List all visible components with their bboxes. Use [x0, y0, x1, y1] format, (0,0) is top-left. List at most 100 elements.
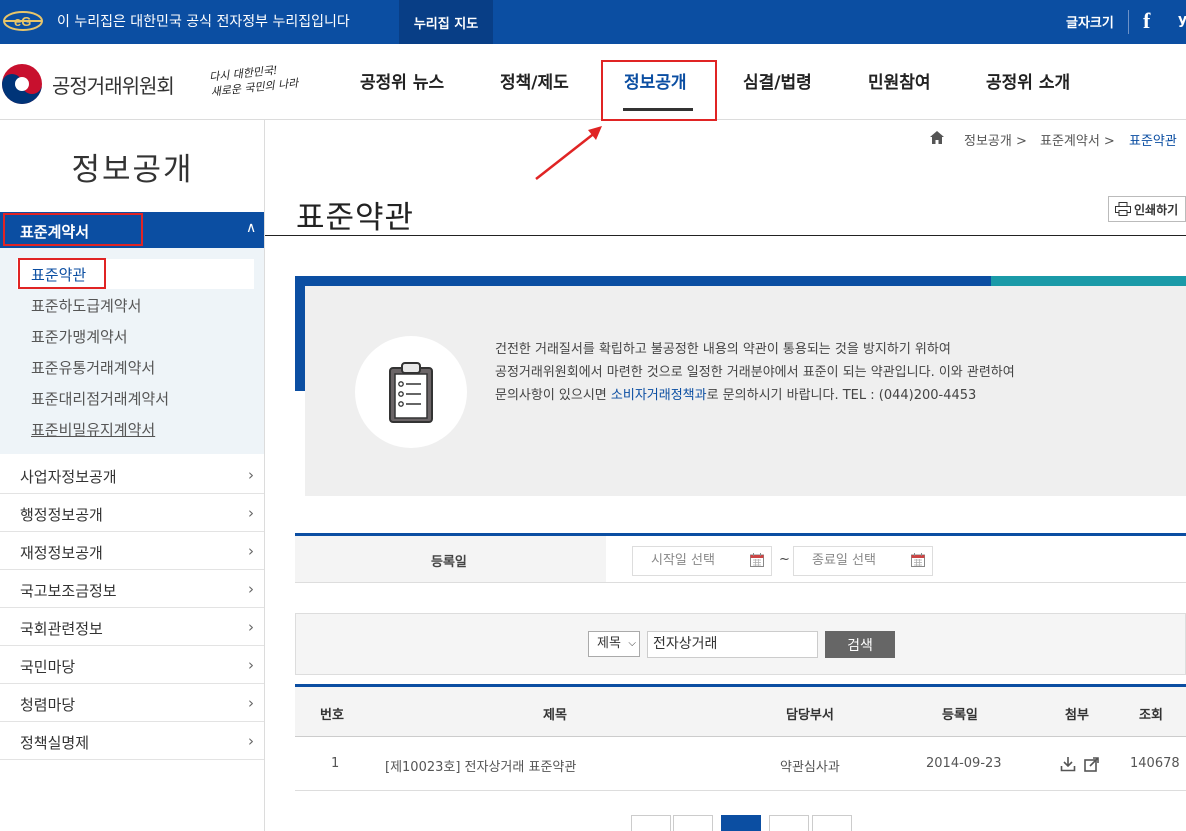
- gov-banner: eG 이 누리집은 대한민국 공식 전자정부 누리집입니다 누리집 지도 글자크…: [0, 0, 1186, 44]
- filter-label-cell: 등록일: [295, 536, 606, 582]
- column-header: 조회: [1139, 708, 1163, 723]
- info-icon-circle: [355, 336, 467, 448]
- sidebar-item-label: 정책실명제: [20, 734, 90, 752]
- font-size-button[interactable]: 글자크기: [1066, 12, 1114, 31]
- chevron-up-icon: ∧: [246, 220, 257, 236]
- prev-page-button[interactable]: [673, 815, 713, 831]
- filter-label: 등록일: [431, 555, 467, 570]
- sidebar-item-integrity-forum[interactable]: 청렴마당 ›: [0, 684, 264, 722]
- chevron-right-icon: ›: [248, 580, 254, 598]
- cell-views: 140678: [1130, 756, 1180, 771]
- clipboard-icon: [389, 362, 433, 423]
- cell-number: 1: [331, 756, 340, 771]
- column-header: 담당부서: [786, 708, 834, 723]
- submenu-item-nda[interactable]: 표준비밀유지계약서: [31, 419, 155, 440]
- breadcrumb-current: 표준약관: [1129, 134, 1177, 149]
- end-date-input[interactable]: 종료일 선택: [793, 546, 933, 576]
- current-page-button[interactable]: [721, 815, 761, 831]
- department-link[interactable]: 소비자거래정책과: [611, 388, 707, 403]
- cell-department: 약관심사과: [780, 760, 840, 775]
- next-page-button[interactable]: [769, 815, 809, 831]
- sidebar-item-label: 국고보조금정보: [20, 582, 117, 600]
- end-date-placeholder: 종료일 선택: [812, 553, 876, 568]
- highlight-box-nav: [601, 60, 717, 121]
- nav-policy[interactable]: 정책/제도: [500, 68, 569, 93]
- home-icon[interactable]: [930, 131, 944, 144]
- chevron-right-icon: ›: [248, 466, 254, 484]
- sidebar-item-policy-realname[interactable]: 정책실명제 ›: [0, 722, 264, 760]
- chevron-right-icon: ›: [248, 542, 254, 560]
- cell-title-link[interactable]: [제10023호] 전자상거래 표준약관: [385, 756, 576, 775]
- cell-date: 2014-09-23: [926, 756, 1002, 771]
- sidebar-item-label: 재정정보공개: [20, 544, 103, 562]
- preview-icon[interactable]: [1084, 756, 1100, 772]
- nav-about[interactable]: 공정위 소개: [986, 68, 1070, 93]
- first-page-button[interactable]: [631, 815, 671, 831]
- calendar-icon[interactable]: [911, 553, 925, 567]
- svg-text:eG: eG: [14, 14, 31, 29]
- sidebar-item-label: 사업자정보공개: [20, 468, 117, 486]
- breadcrumb-item[interactable]: 표준계약서 >: [1040, 130, 1115, 149]
- sidebar-title: 정보공개: [71, 152, 194, 188]
- info-text: 건전한 거래질서를 확립하고 불공정한 내용의 약관이 통용되는 것을 방지하기…: [495, 338, 1135, 407]
- search-button[interactable]: 검색: [825, 631, 895, 658]
- twitter-icon[interactable]: y: [1178, 12, 1186, 28]
- sidebar-item-citizen-forum[interactable]: 국민마당 ›: [0, 646, 264, 684]
- info-line: 문의사항이 있으시면 소비자거래정책과로 문의하시기 바랍니다. TEL : (…: [495, 384, 1135, 407]
- submenu-item-subcontract[interactable]: 표준하도급계약서: [31, 295, 141, 316]
- column-header: 번호: [320, 708, 344, 723]
- start-date-input[interactable]: 시작일 선택: [632, 546, 772, 576]
- info-text-span: 로 문의하시기 바랍니다. TEL : (044)200-4453: [706, 388, 977, 403]
- sidebar-item-admin-info[interactable]: 행정정보공개 ›: [0, 494, 264, 532]
- sidebar-item-finance-info[interactable]: 재정정보공개 ›: [0, 532, 264, 570]
- chevron-down-icon: ⌵: [628, 638, 636, 649]
- site-header: 공정거래위원회 다시 대한민국! 새로운 국민의 나라 공정위 뉴스 정책/제도…: [0, 44, 1186, 120]
- download-icon[interactable]: [1060, 756, 1076, 772]
- gov-notice-text: 이 누리집은 대한민국 공식 전자정부 누리집입니다: [57, 14, 350, 30]
- search-input[interactable]: 전자상거래: [647, 631, 818, 658]
- ftc-emblem-icon[interactable]: [0, 62, 44, 106]
- sidebar-item-subsidy-info[interactable]: 국고보조금정보 ›: [0, 570, 264, 608]
- sidebar-item-label: 행정정보공개: [20, 506, 103, 524]
- calendar-icon[interactable]: [750, 553, 764, 567]
- slogan-logo: 다시 대한민국! 새로운 국민의 나라: [208, 58, 321, 105]
- search-field-value: 제목: [597, 636, 621, 651]
- printer-icon: [1115, 202, 1131, 216]
- sidebar-item-business-info[interactable]: 사업자정보공개 ›: [0, 456, 264, 494]
- breadcrumb-item[interactable]: 정보공개 >: [964, 130, 1027, 149]
- column-header: 제목: [543, 708, 567, 723]
- org-name[interactable]: 공정거래위원회: [52, 70, 175, 99]
- nav-civil-participation[interactable]: 민원참여: [868, 68, 931, 93]
- date-range-separator: ~: [779, 552, 790, 567]
- print-label: 인쇄하기: [1134, 202, 1179, 217]
- search-panel: 제목 ⌵ 전자상거래 검색: [295, 613, 1186, 675]
- info-line: 건전한 거래질서를 확립하고 불공정한 내용의 약관이 통용되는 것을 방지하기…: [495, 342, 951, 357]
- search-field-select[interactable]: 제목 ⌵: [588, 631, 640, 657]
- highlight-box-subitem: [18, 258, 106, 289]
- annotation-arrow: [535, 126, 602, 180]
- info-line: 공정거래위원회에서 마련한 것으로 일정한 거래분야에서 표준이 되는 약관입니…: [495, 365, 1015, 380]
- egov-logo-icon: eG: [3, 11, 43, 31]
- sidebar-item-assembly-info[interactable]: 국회관련정보 ›: [0, 608, 264, 646]
- submenu-item-agency[interactable]: 표준대리점거래계약서: [31, 388, 169, 409]
- submenu-item-franchise[interactable]: 표준가맹계약서: [31, 326, 128, 347]
- sidebar-item-label: 국민마당: [20, 658, 76, 676]
- sitemap-link[interactable]: 누리집 지도: [399, 0, 493, 44]
- start-date-placeholder: 시작일 선택: [651, 553, 715, 568]
- chevron-right-icon: ›: [248, 732, 254, 750]
- chevron-right-icon: ›: [248, 504, 254, 522]
- sidebar-item-label: 청렴마당: [20, 696, 76, 714]
- sidebar-item-label: 국회관련정보: [20, 620, 103, 638]
- divider: [1128, 10, 1129, 34]
- nav-decisions-laws[interactable]: 심결/법령: [743, 68, 812, 93]
- chevron-right-icon: ›: [248, 656, 254, 674]
- last-page-button[interactable]: [812, 815, 852, 831]
- column-header: 첨부: [1065, 708, 1089, 723]
- submenu-item-distribution[interactable]: 표준유통거래계약서: [31, 357, 155, 378]
- facebook-icon[interactable]: f: [1143, 8, 1150, 34]
- print-button[interactable]: 인쇄하기: [1108, 196, 1186, 222]
- page-title: 표준약관: [296, 200, 415, 236]
- table-row: 1 [제10023호] 전자상거래 표준약관 약관심사과 2014-09-23 …: [295, 738, 1186, 791]
- nav-news[interactable]: 공정위 뉴스: [360, 68, 444, 93]
- highlight-box-section: [3, 213, 143, 246]
